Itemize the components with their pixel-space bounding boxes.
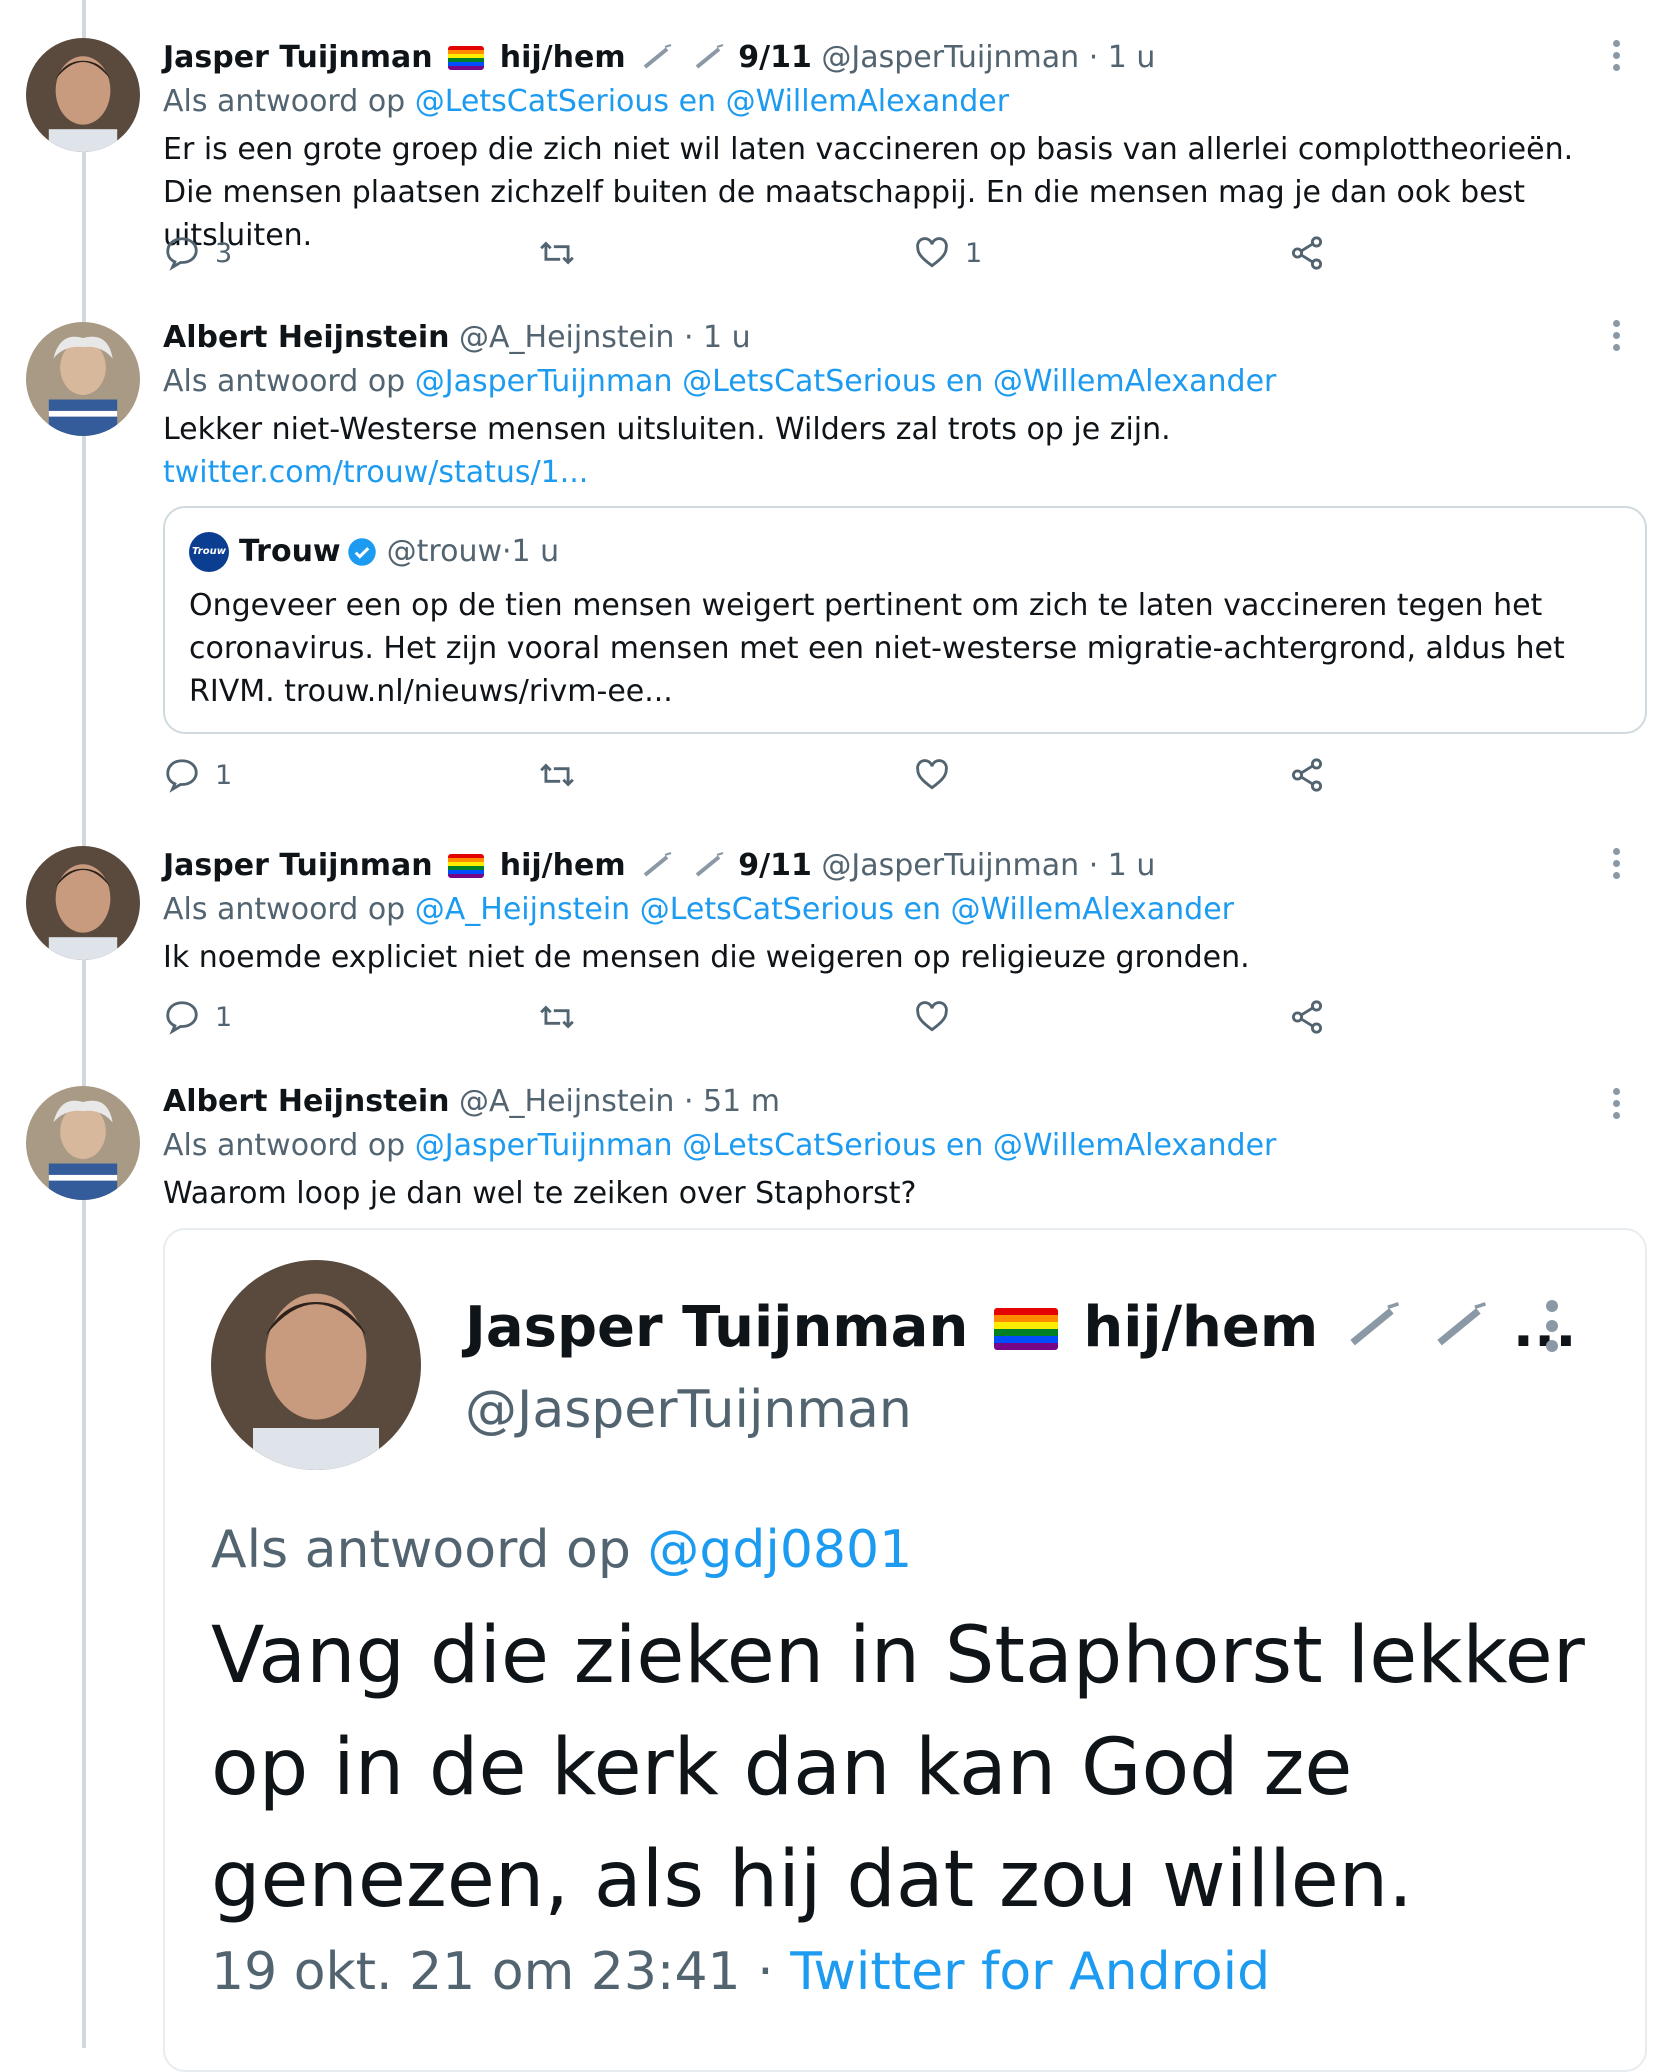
trouw-logo: Trouw [189,532,229,572]
reply-count: 1 [215,1001,233,1033]
separator-dot: · [502,534,512,569]
like-icon [916,1001,948,1032]
name-extra: 9/11 [738,848,812,883]
syringe-icon [1350,1302,1399,1346]
quoted-tweet[interactable]: Trouw Trouw @trouw · 1 u Ongeveer een op… [163,506,1647,734]
timestamp[interactable]: 1 u [1108,40,1156,75]
rainbow-flag-icon [448,46,485,70]
screenshot-separator: · [740,1942,791,2002]
like-button[interactable] [913,756,951,794]
screenshot-handle: @JasperTuijnman [465,1380,912,1440]
share-button[interactable] [1288,756,1326,794]
name-extra: 9/11 [738,40,812,75]
more-icon[interactable] [1610,40,1622,76]
reply-icon [166,237,198,271]
like-button[interactable]: 1 [913,234,982,272]
reply-button[interactable]: 1 [163,998,232,1036]
screenshot-author-name: Jasper Tuijnman [465,1295,969,1360]
avatar-albert[interactable] [26,1086,140,1200]
syringe-icon [1437,1302,1487,1346]
author-handle[interactable]: @A_Heijnstein [459,320,674,355]
quote-author-name[interactable]: Trouw [239,532,341,572]
reply-prefix: Als antwoord op [163,364,415,399]
share-icon [1291,1000,1323,1034]
tweet-link[interactable]: twitter.com/trouw/status/1... [163,451,1623,494]
author-handle[interactable]: @A_Heijnstein [459,1084,674,1119]
author-name[interactable]: Jasper Tuijnman [163,40,433,75]
syringe-icon [643,44,672,69]
like-button[interactable] [913,998,951,1036]
author-name[interactable]: Albert Heijnstein [163,1084,449,1119]
more-icon[interactable] [1610,1088,1622,1124]
separator-dot: · [1079,848,1108,883]
quote-author-handle[interactable]: @trouw [387,532,502,572]
reply-to-link[interactable]: @JasperTuijnman @LetsCatSerious en @Will… [415,364,1277,399]
thread-line [82,0,86,2048]
separator-dot: · [674,320,704,355]
reply-button[interactable]: 1 [163,756,232,794]
screenshot-more-icon [1545,1300,1559,1360]
screenshot-reply-to: @gdj0801 [647,1520,913,1580]
timestamp[interactable]: 51 m [703,1084,780,1119]
reply-button[interactable]: 3 [163,234,232,272]
reply-to-link[interactable]: @A_Heijnstein @LetsCatSerious en @Willem… [415,892,1234,927]
screenshot-pronouns: hij/hem [1083,1295,1319,1360]
avatar-albert[interactable] [26,322,140,436]
pronouns: hij/hem [499,848,626,883]
avatar-jasper[interactable] [26,38,140,152]
like-count: 1 [965,237,983,269]
screenshot-date: 19 okt. 21 om 23:41 [211,1942,741,2002]
author-name[interactable]: Albert Heijnstein [163,320,449,355]
reply-to-link[interactable]: @JasperTuijnman @LetsCatSerious en @Will… [415,1128,1277,1163]
share-icon [1291,758,1323,792]
reply-count: 1 [215,759,233,791]
screenshot-text: Vang die zieken in Staphorst lekker op i… [211,1611,1585,1925]
retweet-button[interactable] [538,234,576,272]
separator-dot: · [674,1084,704,1119]
reply-count: 3 [215,237,233,269]
like-icon [916,237,948,268]
tweet-text: Waarom loop je dan wel te zeiken over St… [163,1176,917,1211]
share-button[interactable] [1288,998,1326,1036]
timestamp[interactable]: 1 u [703,320,751,355]
pronouns: hij/hem [499,40,626,75]
share-button[interactable] [1288,234,1326,272]
tweet-text: Ik noemde expliciet niet de mensen die w… [163,940,1250,975]
avatar-jasper[interactable] [26,846,140,960]
reply-icon [166,759,198,793]
retweet-icon [540,241,574,265]
tweet-text: Lekker niet-Westerse mensen uitsluiten. … [163,412,1171,447]
retweet-icon [540,763,574,787]
author-handle[interactable]: @JasperTuijnman [821,848,1079,883]
rainbow-flag-icon [993,1308,1058,1350]
author-name[interactable]: Jasper Tuijnman [163,848,433,883]
syringe-icon [695,852,724,877]
retweet-icon [540,1005,574,1029]
like-icon [916,759,948,790]
screenshot-avatar [211,1260,421,1470]
more-icon[interactable] [1610,320,1622,356]
reply-prefix: Als antwoord op [163,892,415,927]
reply-prefix: Als antwoord op [163,84,415,119]
syringe-icon [695,44,724,69]
share-icon [1291,236,1323,270]
retweet-button[interactable] [538,998,576,1036]
author-handle[interactable]: @JasperTuijnman [821,40,1079,75]
retweet-button[interactable] [538,756,576,794]
timestamp[interactable]: 1 u [1108,848,1156,883]
quote-timestamp: 1 u [511,534,560,569]
reply-to-link[interactable]: @LetsCatSerious en @WillemAlexander [415,84,1009,119]
more-icon[interactable] [1610,848,1622,884]
attached-screenshot[interactable]: Jasper Tuijnman hij/hem ... @JasperTuijn… [163,1228,1647,2072]
reply-icon [166,1001,198,1035]
screenshot-reply-prefix: Als antwoord op [211,1520,648,1580]
verified-icon [347,538,376,566]
reply-prefix: Als antwoord op [163,1128,415,1163]
syringe-icon [643,852,672,877]
separator-dot: · [1079,40,1108,75]
rainbow-flag-icon [448,854,485,878]
screenshot-source: Twitter for Android [790,1942,1271,2002]
quote-text: Ongeveer een op de tien mensen weigert p… [189,588,1565,709]
